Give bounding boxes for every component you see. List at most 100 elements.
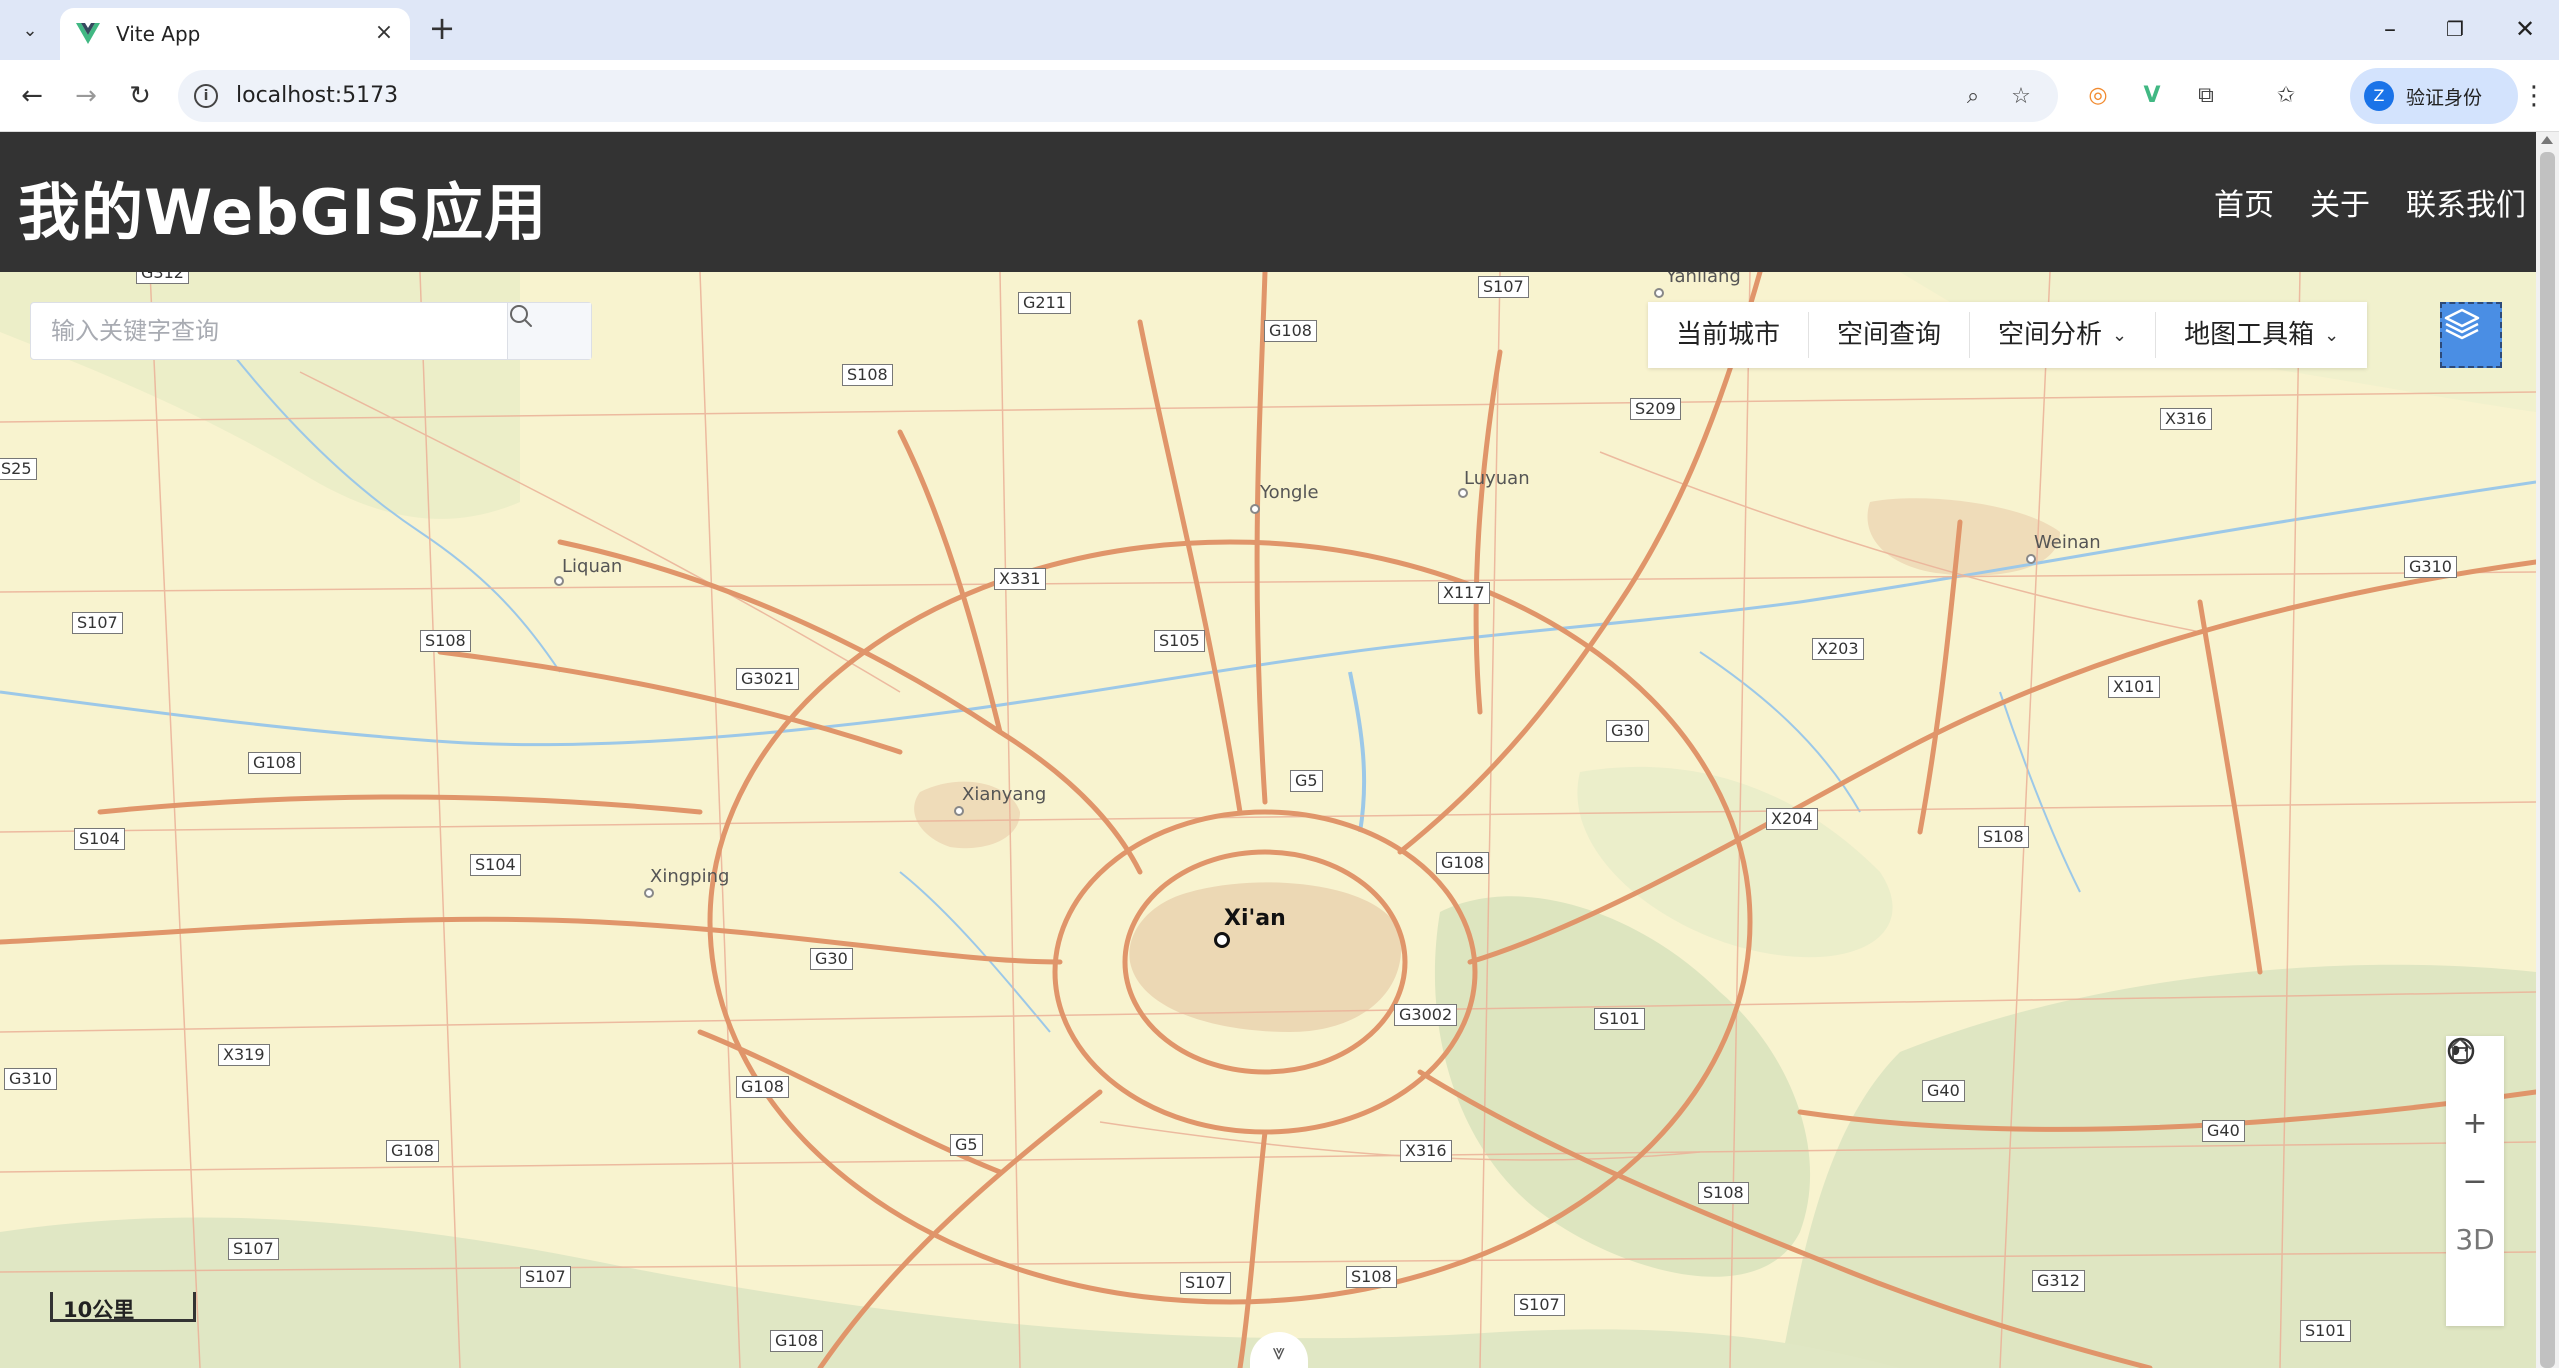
place-dot [1458,488,1468,498]
road-shield: S107 [72,612,123,634]
address-url[interactable]: localhost:5173 [236,83,398,108]
map-search-input[interactable] [31,303,507,359]
nav-contact-link[interactable]: 联系我们 [2406,180,2526,224]
globe-compass-icon [2447,1037,2475,1065]
road-shield: G3002 [1394,1004,1458,1026]
bookmark-star-icon[interactable]: ☆ [2006,82,2036,112]
map-search-box [30,302,592,360]
road-shield: G30 [1606,720,1649,742]
extension-icon-orange[interactable]: ◎ [2078,76,2118,116]
road-shield: G40 [2202,1120,2245,1142]
nav-home-link[interactable]: 首页 [2214,180,2274,224]
bookmarks-icon[interactable]: ✩ [2266,76,2306,116]
site-info-icon[interactable]: i [194,84,218,108]
zoom-icon[interactable]: ⌕ [1958,82,1988,112]
menu-map-toolbox[interactable]: 地图工具箱 ⌄ [2156,312,2367,358]
map-view[interactable]: Yanliang Yongle Luyuan Liquan Weinan Xia… [0,272,2536,1368]
avatar: Z [2364,81,2394,111]
vue-devtools-icon[interactable]: V [2132,76,2172,116]
browser-menu-icon[interactable]: ⋮ [2516,76,2552,116]
road-shield: S108 [1346,1266,1397,1288]
scale-label: 10公里 [63,1298,135,1322]
browser-tab[interactable]: Vite App × [60,8,410,60]
scroll-up-arrow-icon[interactable] [2541,136,2553,144]
restore-window-button[interactable]: ❐ [2430,10,2480,48]
toggle-3d-button[interactable]: 3D [2446,1210,2504,1268]
menu-spatial-analysis[interactable]: 空间分析 ⌄ [1970,312,2157,358]
toggle-3d-label: 3D [2455,1222,2495,1256]
layers-icon [2444,308,2480,340]
tab-title: Vite App [116,22,201,46]
minimize-window-button[interactable]: – [2365,10,2415,48]
profile-button-label: 验证身份 [2406,86,2483,109]
menu-current-city[interactable]: 当前城市 [1648,312,1810,358]
app-header: 我的WebGIS应用 首页 关于 联系我们 [0,132,2536,272]
road-shield: S107 [228,1238,279,1260]
profile-button[interactable]: Z 验证身份 [2350,68,2518,124]
road-shield: G30 [810,948,853,970]
road-shield: G40 [1922,1080,1965,1102]
road-shield: G211 [1018,292,1071,314]
map-menu-bar: 当前城市 空间查询 空间分析 ⌄ 地图工具箱 ⌄ [1648,302,2368,368]
close-window-button[interactable]: ✕ [2500,10,2550,48]
road-shield: S107 [1478,276,1529,298]
road-shield: S104 [470,854,521,876]
vue-logo-icon [76,23,100,44]
road-shield: G310 [2404,556,2457,578]
road-shield: X331 [994,568,1046,590]
place-dot [554,576,564,586]
page-scrollbar[interactable] [2536,132,2559,1368]
place-dot [644,888,654,898]
map-search-button[interactable] [507,303,591,359]
browser-tab-bar: ⌄ Vite App × + – ❐ ✕ [0,0,2559,60]
road-shield: X101 [2108,676,2160,698]
road-shield: G108 [248,752,301,774]
chevron-double-down-icon: ⩔ [1272,1339,1286,1365]
menu-spatial-analysis-label: 空间分析 [1998,320,2103,350]
road-shield: G312 [2032,1270,2085,1292]
menu-current-city-label: 当前城市 [1676,320,1781,350]
plus-icon: + [2462,1105,2488,1141]
place-label-weinan: Weinan [2034,532,2101,553]
chevron-down-icon: ⌄ [2324,325,2340,346]
menu-spatial-query[interactable]: 空间查询 [1809,312,1971,358]
road-shield: S107 [1514,1294,1565,1316]
map-scale-bar: 10公里 [50,1292,196,1322]
place-dot [954,806,964,816]
road-shield: G108 [770,1330,823,1352]
zoom-out-button[interactable]: − [2446,1152,2504,1210]
place-label-xianyang: Xianyang [962,784,1047,805]
road-shield: G108 [1436,852,1489,874]
road-shield: S209 [1630,398,1681,420]
place-label-luyuan: Luyuan [1464,468,1530,489]
app-title: 我的WebGIS应用 [18,176,548,249]
road-shield: G310 [4,1068,57,1090]
road-shield: S107 [520,1266,571,1288]
layer-switcher-button[interactable] [2440,302,2502,368]
road-shield: G312 [136,272,189,284]
scroll-thumb[interactable] [2540,152,2555,1368]
forward-arrow-icon[interactable]: → [66,76,106,116]
road-shield: S105 [1154,630,1205,652]
new-tab-button[interactable]: + [424,12,460,48]
address-bar[interactable]: i localhost:5173 ⌕ ☆ [178,70,2058,122]
zoom-in-button[interactable]: + [2446,1094,2504,1152]
extensions-puzzle-icon[interactable]: ⧉ [2186,76,2226,116]
back-arrow-icon[interactable]: ← [12,76,52,116]
place-label-xingping: Xingping [650,866,730,887]
map-basemap [0,272,2536,1368]
road-shield: X316 [2160,408,2212,430]
menu-map-toolbox-label: 地图工具箱 [2184,320,2315,350]
tab-close-icon[interactable]: × [372,22,396,46]
road-shield: G108 [386,1140,439,1162]
road-shield: G108 [1264,320,1317,342]
road-shield: G3021 [736,668,800,690]
road-shield: X319 [218,1044,270,1066]
menu-spatial-query-label: 空间查询 [1837,320,1942,350]
nav-about-link[interactable]: 关于 [2310,180,2370,224]
reload-icon[interactable]: ↻ [120,76,160,116]
compass-button[interactable] [2446,1037,2504,1326]
tab-search-button[interactable]: ⌄ [12,12,48,48]
road-shield: G5 [1290,770,1323,792]
place-dot [2026,554,2036,564]
